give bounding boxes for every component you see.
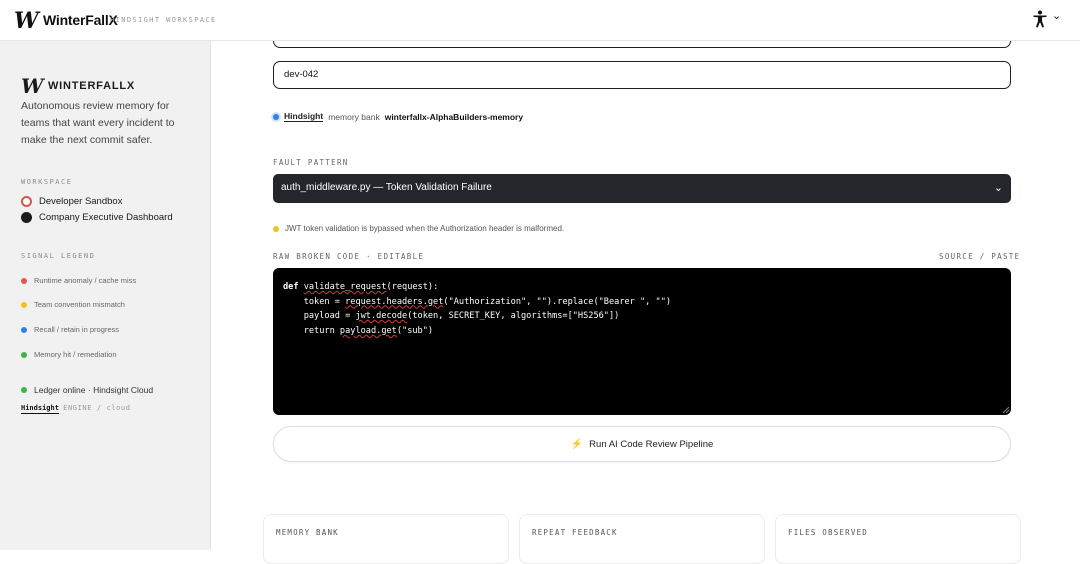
code-token: jwt.decode	[355, 311, 408, 322]
code-token: return	[283, 325, 340, 336]
signal-legend-title: SIGNAL LEGEND	[21, 252, 96, 260]
run-pipeline-label: Run AI Code Review Pipeline	[589, 438, 714, 450]
code-token: request.headers.get	[345, 296, 444, 307]
legend-item-runtime-anomaly: Runtime anomaly / cache miss	[21, 276, 136, 285]
sidebar: W WINTERFALLX Autonomous review memory f…	[0, 40, 211, 550]
developer-id-value: dev-042	[284, 69, 319, 80]
fault-pattern-value: auth_middleware.py — Token Validation Fa…	[281, 182, 492, 193]
memory-bank-line: Hindsight memory bank winterfallx-AlphaB…	[273, 111, 523, 122]
blue-dot-icon	[273, 113, 279, 120]
logo-icon: W	[14, 8, 39, 34]
code-token: payload =	[283, 311, 356, 322]
workspace-label: Company Executive Dashboard	[39, 212, 173, 223]
brand-name[interactable]: WinterFallX	[43, 12, 118, 28]
workspace-subtitle: HINDSIGHT WORKSPACE	[110, 16, 217, 24]
hindsight-link[interactable]: Hindsight	[284, 111, 324, 122]
code-token: payload.get	[339, 325, 397, 336]
source-paste-toggle[interactable]: SOURCE / PASTE	[939, 252, 1020, 261]
legend-label: Team convention mismatch	[34, 300, 125, 309]
raw-code-label: RAW BROKEN CODE · EDITABLE	[273, 252, 425, 261]
resize-handle-icon[interactable]	[1003, 407, 1009, 413]
fault-pattern-label: FAULT PATTERN	[273, 158, 349, 167]
code-token: def	[283, 282, 299, 292]
developer-id-input[interactable]: dev-042	[273, 61, 1011, 89]
run-pipeline-button[interactable]: ⚡ Run AI Code Review Pipeline	[273, 426, 1011, 462]
legend-label: Memory hit / remediation	[34, 350, 117, 359]
workspace-item-developer-sandbox[interactable]: Developer Sandbox	[21, 196, 122, 207]
blue-dot-icon	[21, 326, 27, 333]
chevron-down-icon: ⌄	[993, 182, 1003, 194]
memory-bank-name: winterfallx-AlphaBuilders-memory	[384, 111, 524, 122]
engine-label: ENGINE / cloud	[63, 404, 131, 412]
code-token: validate_request	[303, 282, 387, 292]
card-title: FILES OBSERVED	[788, 528, 869, 537]
red-dot-icon	[21, 277, 27, 284]
engine-tag: Hindsight ENGINE / cloud	[21, 404, 131, 414]
card-title: MEMORY BANK	[276, 528, 339, 537]
fault-warning: JWT token validation is bypassed when th…	[273, 224, 564, 233]
top-bar: W WinterFallX HINDSIGHT WORKSPACE ⌄	[0, 0, 1080, 41]
workspace-label: Developer Sandbox	[39, 196, 123, 207]
sidebar-description: Autonomous review memory for teams that …	[21, 100, 175, 146]
workspace-dot-icon	[21, 212, 32, 223]
accessibility-icon[interactable]	[1032, 10, 1048, 28]
code-token: ("sub")	[396, 325, 434, 336]
card-title: REPEAT FEEDBACK	[532, 528, 618, 537]
sidebar-logo-icon: W	[21, 74, 44, 98]
files-observed-card: FILES OBSERVED	[775, 514, 1021, 564]
engine-name: Hindsight	[21, 404, 59, 414]
legend-label: Runtime anomaly / cache miss	[34, 276, 137, 285]
code-token: token =	[283, 296, 346, 307]
code-token: ("Authorization", "").replace("Bearer ",…	[443, 296, 672, 307]
memory-bank-card: MEMORY BANK	[263, 514, 509, 564]
yellow-dot-icon	[273, 225, 279, 232]
legend-item-recall-retain: Recall / retain in progress	[21, 325, 119, 334]
chevron-down-icon[interactable]: ⌄	[1052, 9, 1061, 22]
sidebar-brand: WINTERFALLX	[48, 80, 136, 92]
code-token: (token, SECRET_KEY, algorithms=["HS256"]…	[407, 311, 620, 322]
fault-pattern-select[interactable]: auth_middleware.py — Token Validation Fa…	[273, 174, 1011, 203]
code-token: (request):	[386, 282, 439, 292]
lightning-icon: ⚡	[570, 438, 584, 450]
ledger-status: Ledger online · Hindsight Cloud	[21, 385, 153, 395]
legend-item-memory-hit: Memory hit / remediation	[21, 350, 117, 359]
ledger-label: Ledger online · Hindsight Cloud	[34, 385, 154, 395]
legend-item-team-convention: Team convention mismatch	[21, 300, 125, 309]
code-editor[interactable]: def validate_request(request): token = r…	[273, 268, 1011, 415]
status-dot-icon	[21, 387, 27, 393]
memory-bank-text: memory bank	[328, 111, 380, 122]
legend-label: Recall / retain in progress	[34, 325, 120, 334]
workspace-section-title: WORKSPACE	[21, 178, 73, 186]
warning-text: JWT token validation is bypassed when th…	[285, 224, 565, 233]
green-dot-icon	[21, 351, 27, 358]
repeat-feedback-card: REPEAT FEEDBACK	[519, 514, 765, 564]
workspace-active-icon	[21, 196, 32, 207]
workspace-item-executive-dashboard[interactable]: Company Executive Dashboard	[21, 212, 173, 223]
yellow-dot-icon	[21, 301, 27, 308]
